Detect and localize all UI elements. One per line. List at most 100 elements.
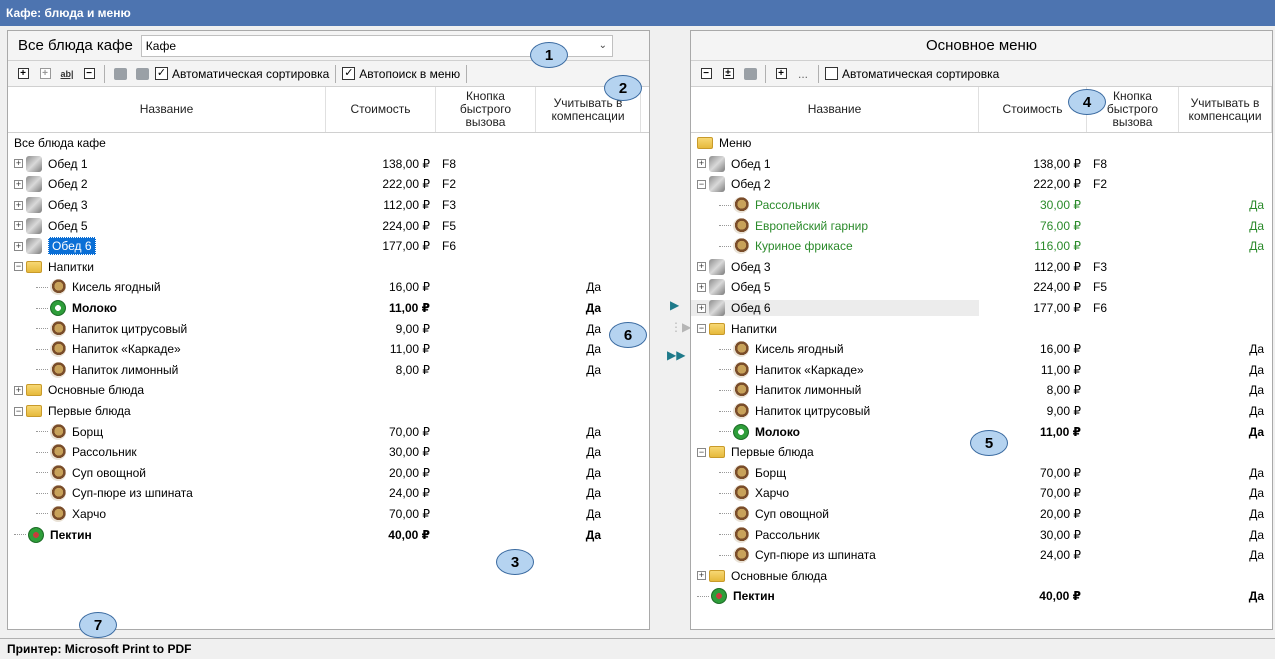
tree-row[interactable]: Напиток «Каркаде» 11,00 ₽ Да <box>8 339 649 360</box>
collapse-all-button[interactable]: − <box>80 65 98 83</box>
set-meal-icon <box>709 279 725 296</box>
tree-row[interactable]: Пектин 40,00 ₽ Да <box>8 524 649 545</box>
expand-all-button[interactable]: + <box>14 65 32 83</box>
hotkey-cell: F2 <box>1093 177 1108 192</box>
tree-row[interactable]: Меню <box>691 133 1272 154</box>
expand-icon[interactable]: + <box>14 179 23 189</box>
tree-row[interactable]: Борщ 70,00 ₽ Да <box>691 463 1272 484</box>
collapse-icon[interactable]: − <box>14 406 23 416</box>
tree-row[interactable]: Молоко 11,00 ₽ Да <box>8 298 649 319</box>
tree-row[interactable]: Суп-пюре из шпината 24,00 ₽ Да <box>8 483 649 504</box>
tree-row[interactable]: Кисель ягодный 16,00 ₽ Да <box>691 339 1272 360</box>
collapse-icon[interactable]: − <box>697 324 706 334</box>
collapse-icon[interactable]: − <box>697 447 706 457</box>
auto-search-checkbox[interactable]: ✓ Автопоиск в меню <box>342 67 460 81</box>
print-button[interactable] <box>741 65 759 83</box>
tree-row[interactable]: + Обед 5 224,00 ₽ F5 <box>8 215 649 236</box>
main-menu-title: Основное меню <box>691 31 1272 61</box>
tree-row[interactable]: Напиток «Каркаде» 11,00 ₽ Да <box>691 360 1272 381</box>
tree-row[interactable]: Напиток цитрусовый 9,00 ₽ Да <box>8 318 649 339</box>
tree-row-label: Европейский гарнир <box>755 218 869 233</box>
add-selected-icon[interactable]: ▶ <box>670 298 679 312</box>
tree-row[interactable]: Харчо 70,00 ₽ Да <box>691 483 1272 504</box>
tree-row[interactable]: + Обед 2 222,00 ₽ F2 <box>8 174 649 195</box>
tree-row[interactable]: − Напитки <box>691 318 1272 339</box>
expand-icon[interactable]: + <box>14 200 23 210</box>
callout-6: 6 <box>609 322 647 348</box>
tree-row[interactable]: Суп овощной 20,00 ₽ Да <box>8 463 649 484</box>
auto-search-label: Автопоиск в меню <box>359 66 461 81</box>
add-selected-disabled-icon[interactable]: ⋮▶ <box>670 320 691 334</box>
tree-row[interactable]: + Основные блюда <box>691 565 1272 586</box>
cost-cell: 177,00 ₽ <box>1033 301 1081 316</box>
tree-row[interactable]: Напиток лимонный 8,00 ₽ Да <box>691 380 1272 401</box>
collapse-icon[interactable]: − <box>697 179 706 189</box>
expand-icon[interactable]: + <box>14 385 23 395</box>
tree-row[interactable]: + Обед 6 177,00 ₽ F6 <box>8 236 649 257</box>
col-hotkey[interactable]: Кнопка быстрого вызова <box>436 87 536 132</box>
expand-icon[interactable]: + <box>14 159 23 169</box>
tree-row[interactable]: Европейский гарнир 76,00 ₽ Да <box>691 215 1272 236</box>
add-all-icon[interactable]: ▶▶ <box>667 348 685 362</box>
tree-row[interactable]: Все блюда кафе <box>8 133 649 154</box>
more-button[interactable]: ... <box>794 67 812 81</box>
tree-row[interactable]: Напиток лимонный 8,00 ₽ Да <box>8 360 649 381</box>
copy-icon <box>113 67 127 80</box>
tree-row-name-cell: Меню <box>691 136 979 150</box>
expand-icon[interactable]: + <box>697 159 706 169</box>
expand-icon[interactable]: + <box>697 571 706 581</box>
auto-sort-checkbox[interactable]: ✓ Автоматическая сортировка <box>155 67 329 81</box>
chevron-down-icon[interactable]: ⌄ <box>594 40 612 51</box>
tree-row-label: Напиток «Каркаде» <box>755 362 864 377</box>
all-dishes-pane: Все блюда кафе Кафе ⌄ + + ab| − ✓ Автома… <box>7 30 650 630</box>
tree-row[interactable]: + Обед 1 138,00 ₽ F8 <box>8 154 649 175</box>
tree-row[interactable]: Напиток цитрусовый 9,00 ₽ Да <box>691 401 1272 422</box>
expand-icon[interactable]: + <box>14 221 23 231</box>
cost-cell: 112,00 ₽ <box>1034 259 1081 274</box>
tree-row-label: Напиток лимонный <box>755 383 862 398</box>
col-name[interactable]: Название <box>691 87 979 132</box>
hotkey-cell: F8 <box>1093 156 1108 171</box>
tree-row[interactable]: + Обед 3 112,00 ₽ F3 <box>691 257 1272 278</box>
auto-sort-checkbox[interactable]: Автоматическая сортировка <box>825 67 999 81</box>
col-compensation[interactable]: Учитывать в компенсации <box>1179 87 1272 132</box>
tree-row[interactable]: Пектин 40,00 ₽ Да <box>691 586 1272 607</box>
tree-row[interactable]: Кисель ягодный 16,00 ₽ Да <box>8 277 649 298</box>
tree-row[interactable]: − Напитки <box>8 257 649 278</box>
collapse-icon[interactable]: − <box>14 262 23 272</box>
expand-icon[interactable]: + <box>14 241 23 251</box>
tree-row[interactable]: Куриное фрикасе 116,00 ₽ Да <box>691 236 1272 257</box>
tree-row[interactable]: + Основные блюда <box>8 380 649 401</box>
paste-button[interactable] <box>133 65 151 83</box>
tree-row[interactable]: + Обед 6 177,00 ₽ F6 <box>691 298 1272 319</box>
copy-button[interactable] <box>111 65 129 83</box>
cost-cell: 177,00 ₽ <box>382 239 430 254</box>
tree-row[interactable]: + Обед 5 224,00 ₽ F5 <box>691 277 1272 298</box>
tree-row[interactable]: Суп овощной 20,00 ₽ Да <box>691 504 1272 525</box>
col-name[interactable]: Название <box>8 87 326 132</box>
tree-row[interactable]: Борщ 70,00 ₽ Да <box>8 421 649 442</box>
collapse-all-button[interactable]: − <box>697 65 715 83</box>
cost-cell: 16,00 ₽ <box>389 280 430 295</box>
expand-icon[interactable]: + <box>697 303 706 313</box>
rename-button[interactable]: ab| <box>58 65 76 83</box>
tree-row[interactable]: Суп-пюре из шпината 24,00 ₽ Да <box>691 545 1272 566</box>
expand-all-button[interactable]: ± <box>719 65 737 83</box>
expand-icon[interactable]: + <box>697 262 706 272</box>
tree-row-label: Обед 1 <box>731 156 771 171</box>
tree-row[interactable]: Рассольник 30,00 ₽ Да <box>691 195 1272 216</box>
tree-row[interactable]: − Первые блюда <box>8 401 649 422</box>
expand-icon[interactable]: + <box>697 282 706 292</box>
add-item-button[interactable]: + <box>36 65 54 83</box>
tree-row[interactable]: Рассольник 30,00 ₽ Да <box>8 442 649 463</box>
dish-icon <box>733 464 749 481</box>
tree-row[interactable]: − Обед 2 222,00 ₽ F2 <box>691 174 1272 195</box>
col-cost[interactable]: Стоимость <box>326 87 436 132</box>
tree-row[interactable]: + Обед 3 112,00 ₽ F3 <box>8 195 649 216</box>
tree-row[interactable]: + Обед 1 138,00 ₽ F8 <box>691 154 1272 175</box>
tree-row-name-cell: Напиток цитрусовый <box>691 403 979 420</box>
add-item-button[interactable]: + <box>772 65 790 83</box>
tree-row[interactable]: Харчо 70,00 ₽ Да <box>8 504 649 525</box>
tree-row[interactable]: Рассольник 30,00 ₽ Да <box>691 524 1272 545</box>
pectin-icon <box>711 588 727 605</box>
